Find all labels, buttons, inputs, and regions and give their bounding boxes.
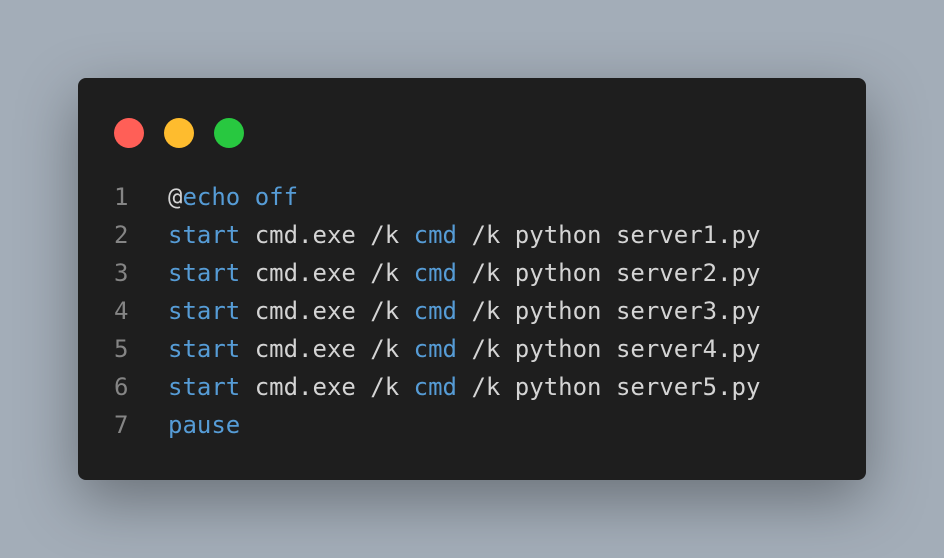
text-token: /k python server2.py	[457, 259, 761, 287]
text-token: @	[168, 183, 183, 211]
text-token: /k python server5.py	[457, 373, 761, 401]
text-token: /k python server4.py	[457, 335, 761, 363]
text-token: /k python server3.py	[457, 297, 761, 325]
maximize-dot-icon[interactable]	[214, 118, 244, 148]
line-content: @echo off	[168, 178, 298, 216]
window-controls	[114, 118, 244, 148]
keyword-token: off	[254, 183, 299, 211]
keyword-token: cmd	[413, 221, 457, 249]
keyword-token: cmd	[413, 373, 457, 401]
keyword-token: start	[168, 259, 241, 287]
line-number: 1	[114, 183, 129, 211]
line-content: start cmd.exe /k cmd /k python server3.p…	[168, 292, 760, 330]
code-window: 1 @echo off 2 start cmd.exe /k cmd /k pytho…	[78, 78, 866, 480]
line-content: start cmd.exe /k cmd /k python server2.p…	[168, 254, 760, 292]
code-line: 4 start cmd.exe /k cmd /k python server3.…	[114, 292, 760, 330]
code-line: 5 start cmd.exe /k cmd /k python server4.…	[114, 330, 760, 368]
line-number: 5	[114, 335, 129, 363]
keyword-token: start	[168, 297, 241, 325]
keyword-token: pause	[168, 411, 241, 439]
keyword-token: cmd	[413, 297, 457, 325]
code-block: 1 @echo off 2 start cmd.exe /k cmd /k pytho…	[114, 178, 760, 444]
code-line: 7 pause	[114, 406, 760, 444]
text-token: cmd.exe /k	[240, 297, 414, 325]
keyword-token: start	[168, 335, 241, 363]
line-content: start cmd.exe /k cmd /k python server1.p…	[168, 216, 760, 254]
line-content: start cmd.exe /k cmd /k python server4.p…	[168, 330, 760, 368]
line-content: pause	[168, 406, 240, 444]
text-token: cmd.exe /k	[240, 259, 414, 287]
line-number: 4	[114, 297, 129, 325]
line-content: start cmd.exe /k cmd /k python server5.p…	[168, 368, 760, 406]
line-number: 3	[114, 259, 129, 287]
keyword-token: start	[168, 373, 241, 401]
code-line: 2 start cmd.exe /k cmd /k python server1.…	[114, 216, 760, 254]
keyword-token: echo	[182, 183, 241, 211]
text-token: cmd.exe /k	[240, 335, 414, 363]
text-token: cmd.exe /k	[240, 373, 414, 401]
line-number: 7	[114, 411, 129, 439]
minimize-dot-icon[interactable]	[164, 118, 194, 148]
keyword-token: cmd	[413, 259, 457, 287]
line-number: 2	[114, 221, 129, 249]
text-token: cmd.exe /k	[240, 221, 414, 249]
code-line: 1 @echo off	[114, 178, 760, 216]
keyword-token: start	[168, 221, 241, 249]
text-token: /k python server1.py	[457, 221, 761, 249]
close-dot-icon[interactable]	[114, 118, 144, 148]
keyword-token: cmd	[413, 335, 457, 363]
code-line: 3 start cmd.exe /k cmd /k python server2.…	[114, 254, 760, 292]
line-number: 6	[114, 373, 129, 401]
code-line: 6 start cmd.exe /k cmd /k python server5.…	[114, 368, 760, 406]
